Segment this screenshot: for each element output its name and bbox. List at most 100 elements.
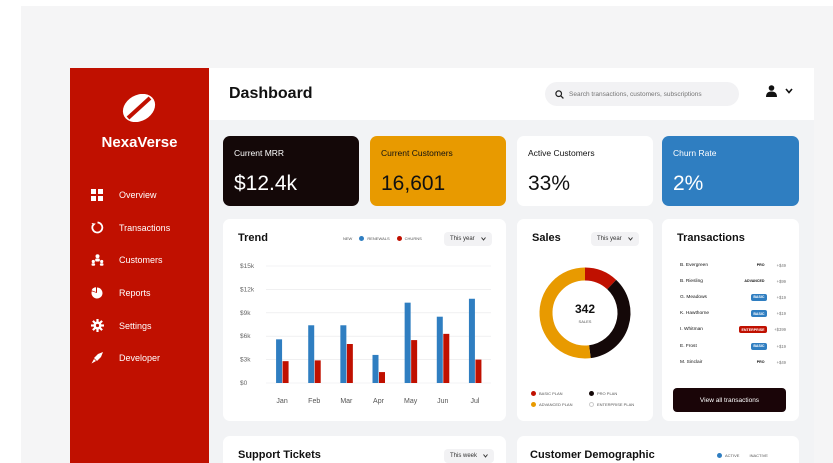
search-bar[interactable]	[545, 82, 739, 106]
bar-churns-mar	[346, 344, 353, 383]
trend-card: Trend NEW RENEWALS CHURNS This year $0 $3…	[223, 219, 506, 421]
grid-icon	[90, 188, 104, 202]
transaction-row[interactable]: B. Evergreen PRO +$49	[680, 259, 786, 271]
kpi-value: $12.4k	[234, 172, 298, 195]
sidebar-item-customers[interactable]: Customers	[70, 244, 209, 277]
legend-item-pro-plan: PRO PLAN	[589, 391, 617, 396]
view-all-transactions-button[interactable]: View all transactions	[673, 388, 786, 412]
legend-item-enterprise-plan: ENTERPRISE PLAN	[589, 402, 634, 407]
kpi-title: Current MRR	[234, 148, 285, 158]
transaction-customer-name: G. Meadows	[680, 294, 707, 300]
transaction-amount: +$99	[776, 278, 786, 284]
transactions-card: Transactions B. Evergreen PRO +$49 B. Riesl…	[662, 219, 799, 421]
bar-renewals-feb	[308, 325, 315, 383]
gear-icon	[90, 319, 104, 333]
user-menu[interactable]	[766, 85, 793, 97]
x-tick-label: Mar	[340, 398, 353, 405]
plan-badge: PRO	[754, 358, 767, 366]
dropdown-value: This week	[450, 453, 478, 459]
sidebar-item-label: Reports	[119, 288, 151, 299]
y-tick-label: $6k	[240, 333, 251, 340]
sidebar: NexaVerse Overview Transactions Customer…	[70, 68, 209, 463]
transaction-row[interactable]: G. Meadows BASIC +$19	[680, 291, 786, 303]
transaction-row[interactable]: B. Riesling ADVANCED +$99	[680, 275, 786, 287]
bar-churns-apr	[379, 372, 385, 383]
sidebar-item-developer[interactable]: Developer	[70, 342, 209, 375]
sidebar-item-overview[interactable]: Overview	[70, 179, 209, 212]
kpi-card-current-mrr: Current MRR $12.4k	[223, 136, 359, 206]
search-input[interactable]	[569, 90, 729, 98]
legend-item-advanced-plan: ADVANCED PLAN	[531, 402, 573, 407]
x-tick-label: May	[404, 398, 418, 405]
chevron-down-icon	[785, 88, 793, 94]
bar-churns-jun	[443, 333, 450, 383]
bar-churns-jul	[475, 359, 482, 383]
plan-badge: BASIC	[750, 310, 767, 318]
bar-renewals-jun	[436, 316, 443, 383]
kpi-title: Current Customers	[381, 148, 453, 158]
sidebar-item-reports[interactable]: Reports	[70, 277, 209, 310]
kpi-card-active-customers: Active Customers 33%	[517, 136, 653, 206]
trend-bar-chart: $0 $3k $6k $9k $12k $15k Jan Feb Mar Apr May Jun Jul	[240, 263, 491, 405]
support-period-dropdown[interactable]: This week	[444, 449, 495, 463]
transaction-amount: +$19	[776, 343, 786, 349]
bar-renewals-mar	[340, 325, 347, 383]
plan-badge: PRO	[754, 261, 767, 269]
transaction-customer-name: I. Whitman	[680, 327, 703, 333]
demographic-legend: ACTIVE INACTIVE	[717, 453, 768, 458]
refresh-icon	[90, 221, 104, 235]
chevron-down-icon	[483, 454, 488, 458]
sidebar-item-transactions[interactable]: Transactions	[70, 212, 209, 245]
brand-name: NexaVerse	[101, 134, 178, 151]
transaction-row[interactable]: K. Hawthorne BASIC +$19	[680, 308, 786, 320]
sidebar-item-settings[interactable]: Settings	[70, 309, 209, 342]
transaction-row[interactable]: I. Whitman ENTERPRISE +$399	[680, 324, 786, 336]
kpi-value: 16,601	[381, 172, 446, 195]
y-tick-label: $9k	[240, 310, 251, 317]
y-tick-label: $12k	[240, 286, 255, 293]
bar-churns-jan	[282, 361, 289, 383]
sidebar-item-label: Transactions	[119, 222, 171, 233]
bar-churns-may	[411, 340, 418, 383]
user-icon	[766, 85, 777, 97]
kpi-card-churn-rate: Churn Rate 2%	[662, 136, 799, 206]
transaction-customer-name: M. Sinclair	[680, 359, 703, 365]
kpi-value: 2%	[673, 172, 704, 195]
y-tick-label: $3k	[240, 357, 251, 364]
plan-badge: ADVANCED	[741, 277, 767, 285]
bar-renewals-jul	[468, 298, 475, 383]
support-tickets-card: Support Tickets This week	[223, 436, 506, 463]
transaction-customer-name: B. Evergreen	[680, 262, 708, 268]
support-tickets-title: Support Tickets	[238, 449, 321, 461]
transaction-customer-name: K. Hawthorne	[680, 311, 710, 317]
sidebar-item-label: Settings	[119, 320, 152, 331]
x-tick-label: Jun	[437, 398, 448, 405]
sidebar-nav: Overview Transactions Customers Reports	[70, 179, 209, 375]
customer-demographic-title: Customer Demographic	[530, 449, 655, 461]
dashboard-app: NexaVerse Overview Transactions Customer…	[70, 68, 814, 463]
search-icon	[555, 89, 564, 99]
sales-total: 342	[574, 302, 596, 316]
page-title: Dashboard	[229, 85, 313, 102]
sidebar-item-label: Customers	[119, 255, 163, 266]
legend-item-active: ACTIVE	[717, 453, 739, 458]
kpi-title: Churn Rate	[673, 148, 717, 158]
sidebar-item-label: Overview	[119, 190, 157, 201]
transaction-row[interactable]: E. Frost BASIC +$19	[680, 340, 786, 352]
transaction-customer-name: E. Frost	[680, 343, 697, 349]
transactions-title: Transactions	[677, 232, 745, 244]
legend-item-basic-plan: BASIC PLAN	[531, 391, 563, 396]
sales-card: Sales This year 342 SALES BASIC PLAN PRO…	[517, 219, 653, 421]
transaction-customer-name: B. Riesling	[680, 278, 703, 284]
kpi-card-current-customers: Current Customers 16,601	[370, 136, 506, 206]
bar-renewals-jan	[276, 339, 283, 383]
plan-badge: BASIC	[750, 342, 767, 350]
y-tick-label: $0	[240, 380, 248, 387]
transaction-row[interactable]: M. Sinclair PRO +$49	[680, 356, 786, 368]
x-tick-label: Apr	[373, 398, 385, 405]
bar-churns-feb	[314, 360, 321, 383]
transaction-amount: +$49	[776, 262, 786, 268]
transaction-amount: +$19	[776, 294, 786, 300]
x-tick-label: Feb	[308, 398, 320, 405]
customer-demographic-card: Customer Demographic ACTIVE INACTIVE	[517, 436, 799, 463]
